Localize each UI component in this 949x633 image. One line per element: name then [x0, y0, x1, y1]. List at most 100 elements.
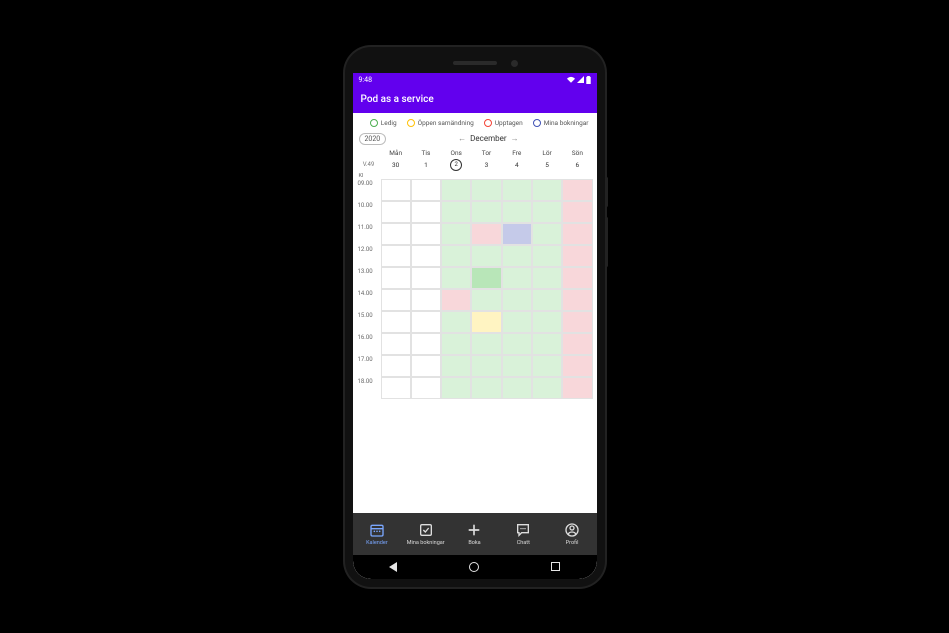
- calendar-cell[interactable]: [381, 201, 411, 223]
- calendar-cell[interactable]: [502, 179, 532, 201]
- calendar-cell[interactable]: [441, 223, 471, 245]
- date-cell[interactable]: 1: [411, 161, 441, 169]
- calendar-cell[interactable]: [441, 267, 471, 289]
- calendar-cell[interactable]: [562, 355, 592, 377]
- calendar-cell[interactable]: [502, 245, 532, 267]
- back-button[interactable]: [389, 562, 397, 572]
- calendar-cell[interactable]: [381, 355, 411, 377]
- calendar-cell[interactable]: [381, 311, 411, 333]
- calendar-cell[interactable]: [441, 355, 471, 377]
- calendar-cell[interactable]: [562, 333, 592, 355]
- calendar-cell[interactable]: [411, 201, 441, 223]
- calendar-cell[interactable]: [502, 311, 532, 333]
- time-label: 09.00: [357, 179, 381, 201]
- calendar-cell[interactable]: [502, 223, 532, 245]
- calendar-cell[interactable]: [381, 289, 411, 311]
- calendar-cell[interactable]: [532, 201, 562, 223]
- calendar-cell[interactable]: [411, 245, 441, 267]
- calendar-cell[interactable]: [502, 267, 532, 289]
- calendar-cell[interactable]: [502, 377, 532, 399]
- weekday-label: Fre: [502, 147, 532, 159]
- calendar-cell[interactable]: [471, 179, 501, 201]
- calendar-cell[interactable]: [411, 267, 441, 289]
- calendar-cell[interactable]: [381, 179, 411, 201]
- calendar-cell[interactable]: [381, 245, 411, 267]
- nav-boka[interactable]: Boka: [450, 513, 499, 555]
- calendar-cell[interactable]: [562, 311, 592, 333]
- calendar-cell[interactable]: [411, 333, 441, 355]
- calendar-cell[interactable]: [502, 289, 532, 311]
- calendar-cell[interactable]: [502, 201, 532, 223]
- calendar-cell[interactable]: [562, 201, 592, 223]
- circle-icon: [484, 119, 492, 127]
- calendar-cell[interactable]: [532, 355, 562, 377]
- signal-icon: [577, 76, 584, 83]
- calendar-icon: [369, 522, 385, 538]
- calendar-cell[interactable]: [562, 223, 592, 245]
- app-bar: Pod as a service: [353, 87, 597, 113]
- time-label: 15.00: [357, 311, 381, 333]
- date-cell[interactable]: 6: [562, 161, 592, 169]
- battery-icon: [586, 76, 591, 84]
- calendar-cell[interactable]: [411, 311, 441, 333]
- calendar-cell[interactable]: [532, 311, 562, 333]
- calendar-cell[interactable]: [441, 289, 471, 311]
- home-button[interactable]: [469, 562, 479, 572]
- calendar-cell[interactable]: [411, 179, 441, 201]
- date-cell[interactable]: 5: [532, 161, 562, 169]
- calendar-cell[interactable]: [381, 267, 411, 289]
- calendar-cell[interactable]: [562, 179, 592, 201]
- calendar-grid[interactable]: 09.0010.0011.0012.0013.0014.0015.0016.00…: [357, 179, 593, 399]
- calendar-cell[interactable]: [471, 355, 501, 377]
- calendar-cell[interactable]: [471, 311, 501, 333]
- calendar-cell[interactable]: [381, 377, 411, 399]
- calendar-cell[interactable]: [532, 179, 562, 201]
- calendar-cell[interactable]: [441, 245, 471, 267]
- status-time: 9:48: [359, 76, 373, 84]
- calendar-cell[interactable]: [562, 245, 592, 267]
- calendar-cell[interactable]: [471, 289, 501, 311]
- year-button[interactable]: 2020: [359, 133, 387, 145]
- nav-chatt[interactable]: Chatt: [499, 513, 548, 555]
- calendar-cell[interactable]: [471, 377, 501, 399]
- time-label: 16.00: [357, 333, 381, 355]
- calendar-cell[interactable]: [441, 377, 471, 399]
- weekday-label: Mån: [381, 147, 411, 159]
- calendar-cell[interactable]: [471, 223, 501, 245]
- calendar-cell[interactable]: [471, 267, 501, 289]
- calendar-cell[interactable]: [411, 289, 441, 311]
- calendar-cell[interactable]: [502, 355, 532, 377]
- nav-profil[interactable]: Profil: [548, 513, 597, 555]
- calendar-cell[interactable]: [411, 355, 441, 377]
- calendar-cell[interactable]: [441, 201, 471, 223]
- calendar-cell[interactable]: [471, 201, 501, 223]
- calendar-cell[interactable]: [532, 267, 562, 289]
- calendar-cell[interactable]: [562, 377, 592, 399]
- prev-month-button[interactable]: ←: [458, 134, 466, 143]
- date-cell[interactable]: 4: [502, 161, 532, 169]
- calendar-cell[interactable]: [441, 179, 471, 201]
- calendar-cell[interactable]: [441, 311, 471, 333]
- calendar-cell[interactable]: [562, 289, 592, 311]
- calendar-cell[interactable]: [471, 245, 501, 267]
- nav-mina-bokningar[interactable]: Mina bokningar: [401, 513, 450, 555]
- calendar-cell[interactable]: [532, 333, 562, 355]
- nav-kalender[interactable]: Kalender: [353, 513, 402, 555]
- calendar-cell[interactable]: [381, 223, 411, 245]
- calendar-cell[interactable]: [411, 377, 441, 399]
- recent-button[interactable]: [551, 562, 560, 571]
- calendar-cell[interactable]: [532, 289, 562, 311]
- calendar-cell[interactable]: [471, 333, 501, 355]
- calendar-cell[interactable]: [532, 245, 562, 267]
- date-cell[interactable]: 3: [471, 161, 501, 169]
- calendar-cell[interactable]: [562, 267, 592, 289]
- next-month-button[interactable]: →: [511, 134, 519, 143]
- calendar-cell[interactable]: [411, 223, 441, 245]
- date-cell[interactable]: 30: [381, 161, 411, 169]
- calendar-cell[interactable]: [441, 333, 471, 355]
- date-today[interactable]: 2: [450, 159, 462, 171]
- calendar-cell[interactable]: [502, 333, 532, 355]
- calendar-cell[interactable]: [532, 377, 562, 399]
- calendar-cell[interactable]: [532, 223, 562, 245]
- calendar-cell[interactable]: [381, 333, 411, 355]
